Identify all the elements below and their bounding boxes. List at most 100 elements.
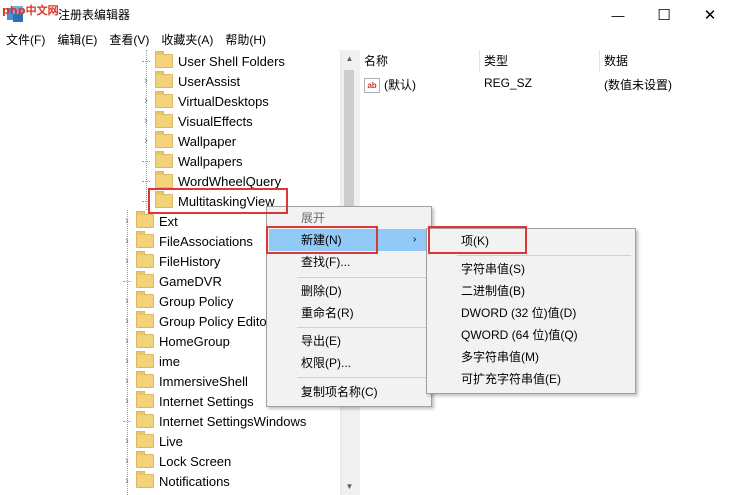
folder-icon xyxy=(155,51,173,68)
tree-item[interactable]: › VisualEffects xyxy=(140,111,253,131)
tree-item[interactable]: › Live xyxy=(121,431,183,451)
expand-arrow-icon[interactable]: › xyxy=(121,235,133,247)
maximize-button[interactable]: ☐ xyxy=(641,0,687,30)
tree-item-label: Notifications xyxy=(159,473,230,489)
window-title: 注册表编辑器 xyxy=(58,8,131,22)
folder-icon xyxy=(155,111,173,128)
tree-connector-line xyxy=(142,61,150,62)
expand-arrow-icon[interactable]: › xyxy=(121,395,133,407)
menu-help[interactable]: 帮助(H) xyxy=(219,30,272,50)
tree-item-label: Internet SettingsWindows xyxy=(159,413,307,429)
tree-item[interactable]: Internet SettingsWindows xyxy=(121,411,306,431)
tree-item-label: Wallpaper xyxy=(178,133,237,149)
menu-favorites[interactable]: 收藏夹(A) xyxy=(155,30,219,50)
tree-item[interactable]: › Group Policy xyxy=(121,291,233,311)
watermark-logo: php中文网 xyxy=(2,4,59,17)
menu-item-copy-key-name[interactable]: 复制项名称(C) xyxy=(301,381,378,403)
expand-arrow-icon[interactable]: › xyxy=(121,335,133,347)
tree-item-label: FileHistory xyxy=(159,253,221,269)
menu-view[interactable]: 查看(V) xyxy=(103,30,155,50)
tree-item-label: GameDVR xyxy=(159,273,222,289)
expand-arrow-icon[interactable]: › xyxy=(121,255,133,267)
tree-connector-line xyxy=(142,161,150,162)
tree-item[interactable]: › Wallpaper xyxy=(140,131,236,151)
submenu-item-binary[interactable]: 二进制值(B) xyxy=(461,280,525,302)
submenu-item-multi-string[interactable]: 多字符串值(M) xyxy=(461,346,539,368)
folder-icon xyxy=(136,311,154,328)
tree-item[interactable]: › FileAssociations xyxy=(121,231,253,251)
menu-item-rename[interactable]: 重命名(R) xyxy=(301,302,354,324)
menu-item-export[interactable]: 导出(E) xyxy=(301,330,341,352)
tree-item[interactable]: › ime xyxy=(121,351,180,371)
tree-item[interactable]: User Shell Folders xyxy=(140,51,285,71)
tree-item-label: FileAssociations xyxy=(159,233,253,249)
folder-icon xyxy=(136,351,154,368)
expand-arrow-icon[interactable]: › xyxy=(121,215,133,227)
menu-bar: 文件(F) 编辑(E) 查看(V) 收藏夹(A) 帮助(H) xyxy=(0,30,733,50)
column-header-name[interactable]: 名称 xyxy=(360,50,480,72)
tree-item-label: Internet Settings xyxy=(159,393,254,409)
value-row-name[interactable]: ab (默认) xyxy=(364,76,416,94)
tree-connector-line xyxy=(142,181,150,182)
column-header-type[interactable]: 类型 xyxy=(480,50,600,72)
scroll-up-icon[interactable]: ▲ xyxy=(341,50,358,67)
scroll-down-icon[interactable]: ▼ xyxy=(341,478,358,495)
tree-item-label: ImmersiveShell xyxy=(159,373,248,389)
close-icon: ✕ xyxy=(703,7,717,24)
menu-item-delete[interactable]: 删除(D) xyxy=(301,280,342,302)
expand-arrow-icon[interactable]: › xyxy=(121,455,133,467)
menu-item-permissions[interactable]: 权限(P)... xyxy=(301,352,351,374)
expand-arrow-icon[interactable]: › xyxy=(140,115,152,127)
folder-icon xyxy=(136,251,154,268)
tree-connector-line xyxy=(123,281,131,282)
expand-arrow-icon[interactable]: › xyxy=(121,435,133,447)
submenu-item-dword[interactable]: DWORD (32 位)值(D) xyxy=(461,302,576,324)
tree-item[interactable]: › ImmersiveShell xyxy=(121,371,248,391)
close-button[interactable]: ✕ xyxy=(687,0,733,30)
tree-item[interactable]: › FileHistory xyxy=(121,251,220,271)
menu-file[interactable]: 文件(F) xyxy=(0,30,51,50)
title-bar: php中文网 注册表编辑器 — ☐ ✕ xyxy=(0,0,733,30)
expand-arrow-icon[interactable]: › xyxy=(121,295,133,307)
expand-arrow-icon[interactable]: › xyxy=(140,135,152,147)
menu-edit[interactable]: 编辑(E) xyxy=(51,30,103,50)
tree-connector-line xyxy=(123,421,131,422)
folder-icon xyxy=(136,331,154,348)
tree-item[interactable]: › VirtualDesktops xyxy=(140,91,269,111)
tree-item-label: Group Policy Editor xyxy=(159,313,271,329)
folder-icon xyxy=(155,91,173,108)
tree-item[interactable]: › HomeGroup xyxy=(121,331,230,351)
folder-icon xyxy=(155,131,173,148)
chevron-right-icon: › xyxy=(413,234,417,245)
minimize-button[interactable]: — xyxy=(595,0,641,30)
submenu-item-qword[interactable]: QWORD (64 位)值(Q) xyxy=(461,324,578,346)
expand-arrow-icon[interactable]: › xyxy=(140,95,152,107)
tree-item[interactable]: › Lock Screen xyxy=(121,451,231,471)
expand-arrow-icon[interactable]: › xyxy=(121,375,133,387)
folder-icon xyxy=(136,231,154,248)
annotation-box-new xyxy=(266,226,378,254)
tree-item[interactable]: › UserAssist xyxy=(140,71,240,91)
menu-separator xyxy=(297,377,427,378)
folder-icon xyxy=(136,411,154,428)
submenu-item-expandable-string[interactable]: 可扩充字符串值(E) xyxy=(461,368,561,390)
tree-item[interactable]: › Group Policy Editor xyxy=(121,311,271,331)
tree-item[interactable]: › Notifications xyxy=(121,471,230,491)
tree-item[interactable]: › Ext xyxy=(121,211,178,231)
folder-icon xyxy=(155,151,173,168)
expand-arrow-icon[interactable]: › xyxy=(140,75,152,87)
expand-arrow-icon[interactable]: › xyxy=(121,315,133,327)
annotation-box-key xyxy=(428,226,527,254)
menu-item-find[interactable]: 查找(F)... xyxy=(301,251,350,273)
folder-icon xyxy=(155,171,173,188)
tree-item-label: WordWheelQuery xyxy=(178,173,282,189)
column-header-data[interactable]: 数据 xyxy=(600,50,733,72)
expand-arrow-icon[interactable]: › xyxy=(121,475,133,487)
submenu-item-string[interactable]: 字符串值(S) xyxy=(461,258,525,280)
tree-item[interactable]: GameDVR xyxy=(121,271,222,291)
tree-item[interactable]: › Internet Settings xyxy=(121,391,254,411)
expand-arrow-icon[interactable]: › xyxy=(121,355,133,367)
annotation-box-multitaskingview xyxy=(148,188,288,214)
string-value-icon: ab xyxy=(364,78,380,94)
tree-item[interactable]: Wallpapers xyxy=(140,151,243,171)
